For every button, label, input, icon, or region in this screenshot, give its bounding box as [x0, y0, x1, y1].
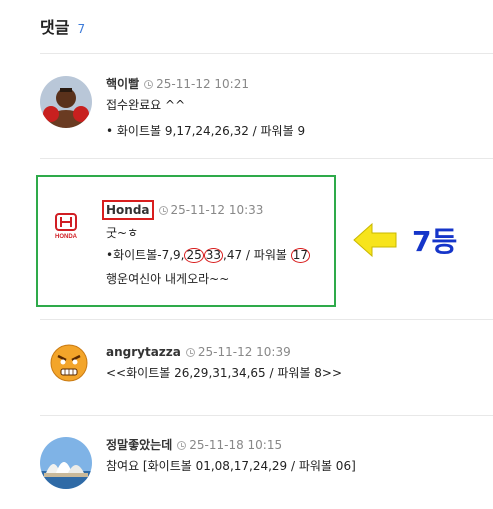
angry-face-icon [50, 344, 88, 382]
comment-text: • 화이트볼 9,17,24,26,32 / 파워볼 9 [106, 124, 306, 138]
clock-icon [158, 206, 168, 215]
comment-author[interactable]: 핵이빨 [106, 77, 139, 91]
matched-number: 17 [290, 248, 311, 263]
comment-date: 25-11-18 10:15 [189, 438, 283, 452]
comment-body: 정말좋았는데 25-11-18 10:15 참여요 [화이트볼 01,08,17,… [106, 437, 356, 474]
comments-title: 댓글 [40, 18, 70, 37]
comment-meta: Honda 25-11-12 10:33 [102, 200, 310, 220]
comment-text: 굿~ㅎ [106, 226, 139, 240]
comments-header: 댓글 7 [40, 14, 85, 38]
honda-logo-text: HONDA [55, 234, 78, 240]
comment-author[interactable]: 정말좋았는데 [106, 438, 172, 452]
comment-text: 접수완료요 ^^ [106, 98, 186, 112]
clock-icon [185, 348, 195, 357]
arrow-left-icon [353, 222, 397, 258]
comment-meta: angrytazza 25-11-12 10:39 [106, 344, 342, 360]
opera-house-photo-icon [40, 437, 92, 489]
comment-text: 행운여신아 내게오라~~ [106, 272, 230, 286]
clock-icon [144, 80, 154, 89]
comment-author[interactable]: angrytazza [106, 345, 181, 359]
comment-body: 핵이빨 25-11-12 10:21 접수완료요 ^^ • 화이트볼 9,17,2… [106, 76, 305, 139]
avatar[interactable] [40, 76, 92, 128]
comment-body: angrytazza 25-11-12 10:39 <<화이트볼 26,29,31… [106, 344, 342, 381]
avatar[interactable] [50, 344, 88, 382]
comment-numbers-line: •화이트볼-7,9, 25 33,47 / 파워볼 17 [106, 247, 311, 263]
rank-label: 7등 [412, 225, 458, 258]
avatar[interactable] [40, 437, 92, 489]
comment-text: 참여요 [화이트볼 01,08,17,24,29 / 파워볼 06] [106, 459, 356, 473]
matched-number: 25 [184, 248, 204, 263]
matched-number: 33 [203, 248, 224, 263]
comment-date: 25-11-12 10:21 [156, 77, 249, 91]
honda-logo-icon: HONDA [55, 213, 78, 240]
divider [40, 53, 493, 54]
comment-date: 25-11-12 10:39 [197, 345, 291, 359]
comments-count: 7 [77, 22, 86, 36]
divider [40, 415, 493, 416]
boxer-photo-icon [40, 76, 92, 128]
numbers-prefix: •화이트볼-7,9, [106, 248, 185, 262]
comment-date: 25-11-12 10:33 [170, 203, 264, 217]
avatar[interactable]: HONDA [40, 200, 92, 252]
comment-meta: 정말좋았는데 25-11-18 10:15 [106, 437, 356, 453]
clock-icon [177, 441, 187, 450]
divider [40, 319, 493, 320]
comment-meta: 핵이빨 25-11-12 10:21 [106, 76, 305, 92]
comment-author[interactable]: Honda [102, 200, 154, 220]
comment-body: Honda 25-11-12 10:33 굿~ㅎ •화이트볼-7,9, 25 33,4… [102, 200, 311, 287]
divider [40, 158, 493, 159]
comment-text: <<화이트볼 26,29,31,34,65 / 파워볼 8>> [106, 366, 343, 380]
numbers-suffix: ,47 / 파워볼 [223, 248, 291, 262]
